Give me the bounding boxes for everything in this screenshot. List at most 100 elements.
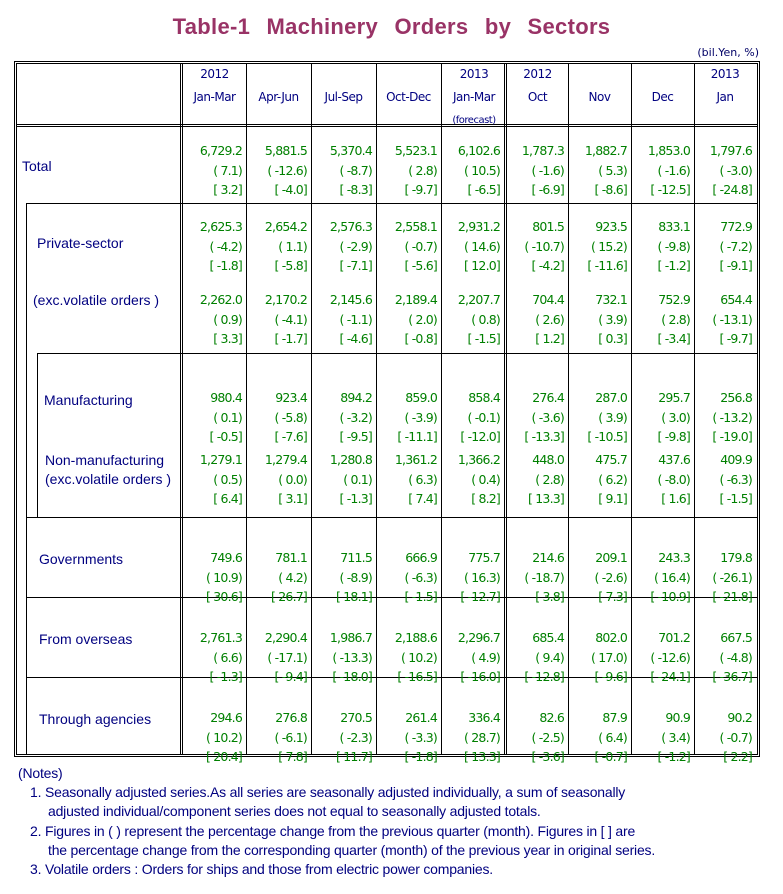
cell-value: 1,882.7 <box>584 143 628 158</box>
cell-change-prev-period: ( -10.7) <box>524 238 564 254</box>
cell-value: 732.1 <box>595 292 628 307</box>
table-cell: 701.2 ( -12.6) [ -24.1] <box>631 628 694 687</box>
table-cell: 2,761.3 ( 6.6) [ -1.3] <box>183 628 246 687</box>
cell-change-prev-period: ( 17.0) <box>591 649 628 665</box>
cell-change-prev-period: ( 2.8) <box>535 471 565 487</box>
cell-change-prev-year: [ -5.6] <box>404 258 437 273</box>
cell-change-prev-period: ( 5.3) <box>598 162 628 178</box>
column-header-period: Apr-Jun <box>258 90 299 104</box>
column-header: 2012 Oct <box>507 63 568 132</box>
row-label-text: Non-manufacturing <box>45 452 165 468</box>
cell-change-prev-year: [ 6.4] <box>213 491 243 506</box>
cell-change-prev-period: ( 0.1) <box>343 471 373 487</box>
table-cell: 1,787.3 ( -1.6) [ -6.9] <box>507 141 568 200</box>
table-cell: 2,654.2 ( 1.1) [ -5.8] <box>246 217 311 276</box>
table-cell: 1,366.2 ( 0.4) [ 8.2] <box>441 450 504 509</box>
column-header-year: 2012 <box>200 67 229 81</box>
cell-value: 654.4 <box>720 292 753 307</box>
cell-change-prev-period: ( 6.3) <box>408 471 438 487</box>
table-cell: 704.4 ( 2.6) [ 1.2] <box>507 290 568 349</box>
cell-change-prev-period: ( -6.1) <box>274 729 307 745</box>
cell-value: 2,145.6 <box>329 292 373 307</box>
cell-change-prev-year: [ -8.6] <box>594 182 627 197</box>
cell-value: 6,102.6 <box>457 143 501 158</box>
cell-change-prev-period: ( -2.3) <box>339 729 372 745</box>
cell-change-prev-year: [ -1.3] <box>339 491 372 506</box>
cell-change-prev-year: [ 13.3] <box>528 491 565 506</box>
cell-value: 5,881.5 <box>264 143 308 158</box>
cell-change-prev-period: ( 0.9) <box>213 311 243 327</box>
table-cell: 87.9( 6.4)[ -0.7] <box>568 708 631 767</box>
cell-value: 859.0 <box>405 390 438 405</box>
cell-value: 685.4 <box>532 630 565 645</box>
cell-change-prev-year: [ 3.1] <box>278 491 308 506</box>
cell-value: 5,370.4 <box>329 143 373 158</box>
row-label-subtext: (exc.volatile orders ) <box>45 471 172 487</box>
cell-change-prev-year: [ -10.5] <box>587 429 627 444</box>
cell-value: 2,290.4 <box>264 630 308 645</box>
cell-change-prev-period: ( -18.7) <box>524 569 564 585</box>
cell-value: 2,625.3 <box>199 219 243 234</box>
cell-value: 409.9 <box>720 452 753 467</box>
column-header-year <box>568 63 631 86</box>
row-label: Private-sector <box>37 234 123 253</box>
column-header: Jul-Sep <box>311 63 376 132</box>
cell-change-prev-year: [ -13.3] <box>524 429 564 444</box>
cell-change-prev-period: ( -17.1) <box>267 649 307 665</box>
cell-value: 749.6 <box>210 550 243 565</box>
column-header-year <box>376 63 441 86</box>
cell-change-prev-year: [ -0.5] <box>209 429 242 444</box>
table-cell: 1,882.7 ( 5.3) [ -8.6] <box>568 141 631 200</box>
note-1-line-2: adjusted individual/component series doe… <box>48 803 541 820</box>
column-header: Dec <box>631 63 694 132</box>
table-cell: 2,576.3 ( -2.9) [ -7.1] <box>311 217 376 276</box>
cell-change-prev-period: ( -8.7) <box>339 162 372 178</box>
cell-value: 1,366.2 <box>457 452 501 467</box>
table-cell: 654.4 ( -13.1) [ -9.7] <box>694 290 756 349</box>
column-header: 2013 Jan <box>694 63 756 132</box>
column-header-period: Jan <box>716 90 735 104</box>
table-cell: 2,207.7 ( 0.8) [ -1.5] <box>441 290 504 349</box>
cell-value: 5,523.1 <box>394 143 438 158</box>
cell-value: 1,797.6 <box>709 143 753 158</box>
cell-change-prev-period: ( -1.1) <box>339 311 372 327</box>
table-cell: 6,729.2 ( 7.1) [ 3.2] <box>183 141 246 200</box>
cell-value: 1,853.0 <box>647 143 691 158</box>
table-cell: 752.9 ( 2.8) [ -3.4] <box>631 290 694 349</box>
cell-change-prev-period: ( -3.9) <box>404 409 437 425</box>
table-cell: 667.5 ( -4.8) [ -36.7] <box>694 628 756 687</box>
column-header-note <box>246 109 311 132</box>
row-label: Through agencies <box>39 710 151 729</box>
cell-value: 2,189.4 <box>394 292 438 307</box>
cell-change-prev-year: [ -1.3] <box>209 669 242 684</box>
cell-change-prev-period: ( -6.3) <box>404 569 437 585</box>
row-label: From overseas <box>39 630 132 649</box>
table-cell: 276.8( -6.1)[ 7.8] <box>246 708 311 767</box>
column-header-period: Jul-Sep <box>324 90 363 104</box>
cell-value: 1,280.8 <box>329 452 373 467</box>
cell-change-prev-period: ( -1.6) <box>657 162 690 178</box>
row-label: Total <box>22 157 52 176</box>
column-header: 2012 Jan-Mar <box>183 63 246 132</box>
cell-change-prev-year: [ -4.6] <box>339 331 372 346</box>
cell-change-prev-period: ( 16.4) <box>654 569 691 585</box>
column-header-year <box>311 63 376 86</box>
table-cell: 6,102.6 ( 10.5) [ -6.5] <box>441 141 504 200</box>
cell-change-prev-year: [ -1.5] <box>404 589 437 604</box>
cell-change-prev-period: ( -13.2) <box>712 409 752 425</box>
cell-value: 2,761.3 <box>199 630 243 645</box>
cell-change-prev-year: [ 7.4] <box>408 491 438 506</box>
cell-value: 781.1 <box>275 550 308 565</box>
row-label-text: Total <box>22 158 52 174</box>
cell-change-prev-year: [ -0.8] <box>404 331 437 346</box>
cell-value: 858.4 <box>468 390 501 405</box>
column-header-year: 2013 <box>710 67 740 81</box>
cell-change-prev-year: [ -12.5] <box>650 182 690 197</box>
cell-change-prev-year: [ -24.8] <box>712 182 752 197</box>
table-cell: 801.5 ( -10.7) [ -4.2] <box>507 217 568 276</box>
cell-change-prev-year: [ 3.2] <box>213 182 243 197</box>
cell-value: 701.2 <box>658 630 691 645</box>
row-divider <box>26 517 757 518</box>
column-header-period: Nov <box>588 90 611 104</box>
table-cell: 448.0 ( 2.8) [ 13.3] <box>507 450 568 509</box>
